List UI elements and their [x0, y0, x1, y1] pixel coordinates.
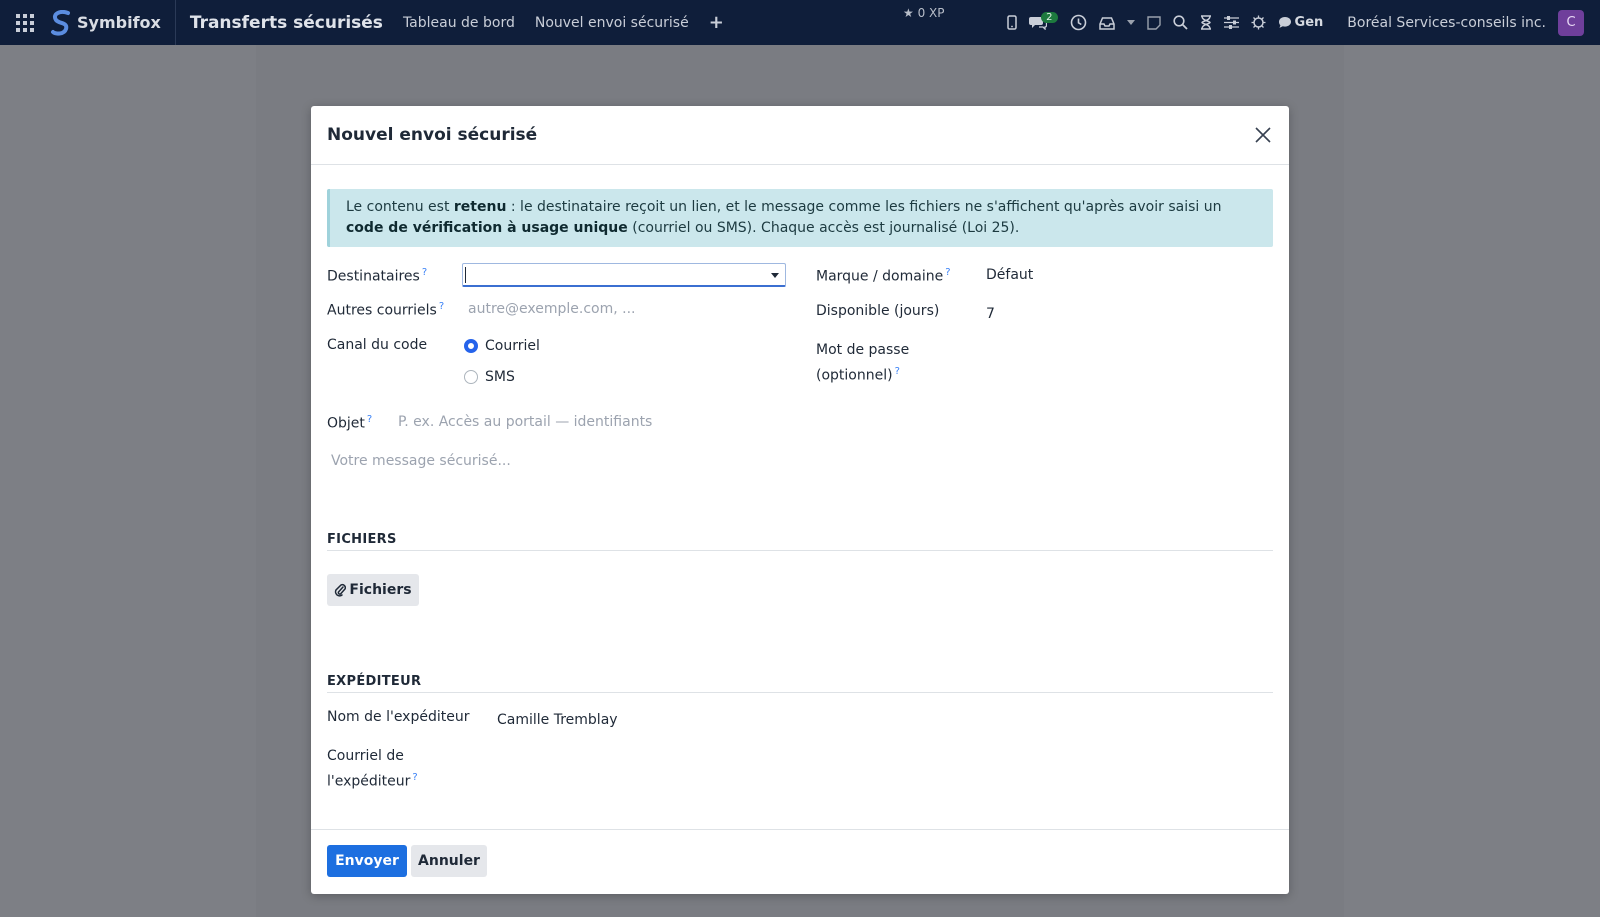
- paperclip-icon: [335, 583, 347, 597]
- apps-menu-icon[interactable]: [0, 0, 50, 45]
- other-emails-label: Autres courriels?: [327, 296, 444, 322]
- subject-input[interactable]: P. ex. Accès au portail — identifiants: [398, 414, 652, 430]
- top-navbar: Symbifox Transferts sécurisés Tableau de…: [0, 0, 1600, 45]
- systray: 2 Gen Boréal Services-conseils inc. C: [1001, 0, 1600, 45]
- available-days-input[interactable]: 7: [986, 306, 995, 322]
- nav-link-new-transfer[interactable]: Nouvel envoi sécurisé: [535, 15, 689, 31]
- sender-name-label: Nom de l'expéditeur: [327, 709, 470, 725]
- plus-icon[interactable]: +: [709, 12, 724, 33]
- star-icon: ★: [903, 6, 914, 20]
- sender-email-label-line1: Courriel de: [327, 748, 404, 764]
- send-button[interactable]: Envoyer: [327, 845, 407, 877]
- sender-email-input[interactable]: [497, 746, 797, 786]
- brand-name: Symbifox: [77, 13, 161, 32]
- recipients-label-text: Destinataires: [327, 268, 420, 285]
- messages-icon[interactable]: 2: [1029, 12, 1058, 30]
- help-icon[interactable]: ?: [422, 267, 427, 278]
- cancel-button[interactable]: Annuler: [411, 845, 487, 877]
- other-emails-input[interactable]: autre@exemple.com, ...: [468, 301, 635, 317]
- sender-name-input[interactable]: Camille Tremblay: [497, 712, 618, 728]
- sender-section-title: EXPÉDITEUR: [327, 674, 422, 689]
- available-days-label: Disponible (jours): [816, 303, 940, 319]
- alert-text-1: Le contenu est: [346, 199, 454, 215]
- subject-label: Objet?: [327, 409, 372, 435]
- brand-label: Marque / domaine?: [816, 262, 951, 288]
- inbox-icon[interactable]: [1098, 16, 1115, 30]
- radio-sms[interactable]: [464, 370, 478, 384]
- recipients-label: Destinataires?: [327, 262, 427, 288]
- sender-email-label: Courriel de l'expéditeur?: [327, 746, 418, 793]
- company-switcher[interactable]: Boréal Services-conseils inc.: [1347, 15, 1546, 31]
- help-icon[interactable]: ?: [439, 301, 444, 312]
- files-section-title: FICHIERS: [327, 532, 397, 547]
- password-label: Mot de passe (optionnel)?: [816, 340, 909, 387]
- close-icon: [1255, 127, 1271, 143]
- gen-label: Gen: [1294, 15, 1324, 30]
- messages-badge: 2: [1041, 12, 1058, 23]
- xp-value: 0 XP: [917, 6, 945, 20]
- brand-logo-icon: [51, 9, 70, 36]
- bug-icon[interactable]: [1251, 15, 1266, 30]
- app-title[interactable]: Transferts sécurisés: [190, 13, 383, 33]
- sender-email-label-line2: l'expéditeur: [327, 773, 411, 790]
- clock-icon[interactable]: [1070, 14, 1087, 31]
- text-cursor: [465, 267, 466, 283]
- attach-files-label: Fichiers: [349, 582, 412, 598]
- brand-select[interactable]: Défaut: [986, 267, 1033, 283]
- chevron-down-icon[interactable]: [1126, 19, 1135, 26]
- search-icon[interactable]: [1172, 15, 1188, 30]
- message-editor[interactable]: Votre message sécurisé...: [331, 453, 511, 469]
- help-icon[interactable]: ?: [895, 366, 900, 377]
- xp-counter[interactable]: ★ 0 XP: [903, 6, 945, 20]
- alert-text-3: (courriel ou SMS). Chaque accès est jour…: [627, 220, 1020, 236]
- attach-files-button[interactable]: Fichiers: [327, 574, 419, 606]
- info-alert: Le contenu est retenu : le destinataire …: [327, 189, 1273, 247]
- avatar[interactable]: C: [1558, 9, 1584, 36]
- alert-text-2: : le destinataire reçoit un lien, et le …: [506, 199, 1222, 215]
- brand[interactable]: Symbifox: [50, 0, 176, 45]
- gen-chat-button[interactable]: Gen: [1278, 15, 1324, 30]
- password-input[interactable]: [986, 340, 1266, 380]
- radio-sms-label[interactable]: SMS: [485, 369, 515, 385]
- help-icon[interactable]: ?: [412, 772, 417, 783]
- brand-label-text: Marque / domaine: [816, 268, 944, 285]
- nav-link-dashboard[interactable]: Tableau de bord: [403, 15, 515, 31]
- radio-email-label[interactable]: Courriel: [485, 338, 540, 354]
- password-label-line2: (optionnel): [816, 367, 893, 384]
- subject-label-text: Objet: [327, 415, 365, 432]
- sliders-icon[interactable]: [1223, 16, 1239, 29]
- modal-title: Nouvel envoi sécurisé: [327, 125, 538, 145]
- hourglass-icon[interactable]: [1200, 15, 1212, 30]
- help-icon[interactable]: ?: [945, 267, 950, 278]
- alert-bold-2: code de vérification à usage unique: [346, 220, 628, 236]
- alert-bold-1: retenu: [453, 199, 507, 215]
- new-secure-transfer-dialog: Nouvel envoi sécurisé Le contenu est ret…: [311, 106, 1289, 894]
- recipients-select[interactable]: [462, 263, 786, 287]
- chevron-down-icon[interactable]: [771, 273, 779, 278]
- divider: [327, 550, 1273, 551]
- other-emails-label-text: Autres courriels: [327, 302, 437, 319]
- help-icon[interactable]: ?: [367, 414, 372, 425]
- code-channel-label: Canal du code: [327, 337, 428, 353]
- chat-bubble-icon: [1278, 17, 1291, 28]
- divider: [327, 692, 1273, 693]
- close-button[interactable]: [1251, 123, 1275, 147]
- password-label-line1: Mot de passe: [816, 342, 910, 358]
- modal-header: Nouvel envoi sécurisé: [311, 106, 1289, 165]
- mobile-icon[interactable]: [1007, 15, 1017, 30]
- radio-email[interactable]: [464, 339, 478, 353]
- note-icon[interactable]: [1146, 15, 1161, 30]
- modal-footer: Envoyer Annuler: [311, 829, 1289, 894]
